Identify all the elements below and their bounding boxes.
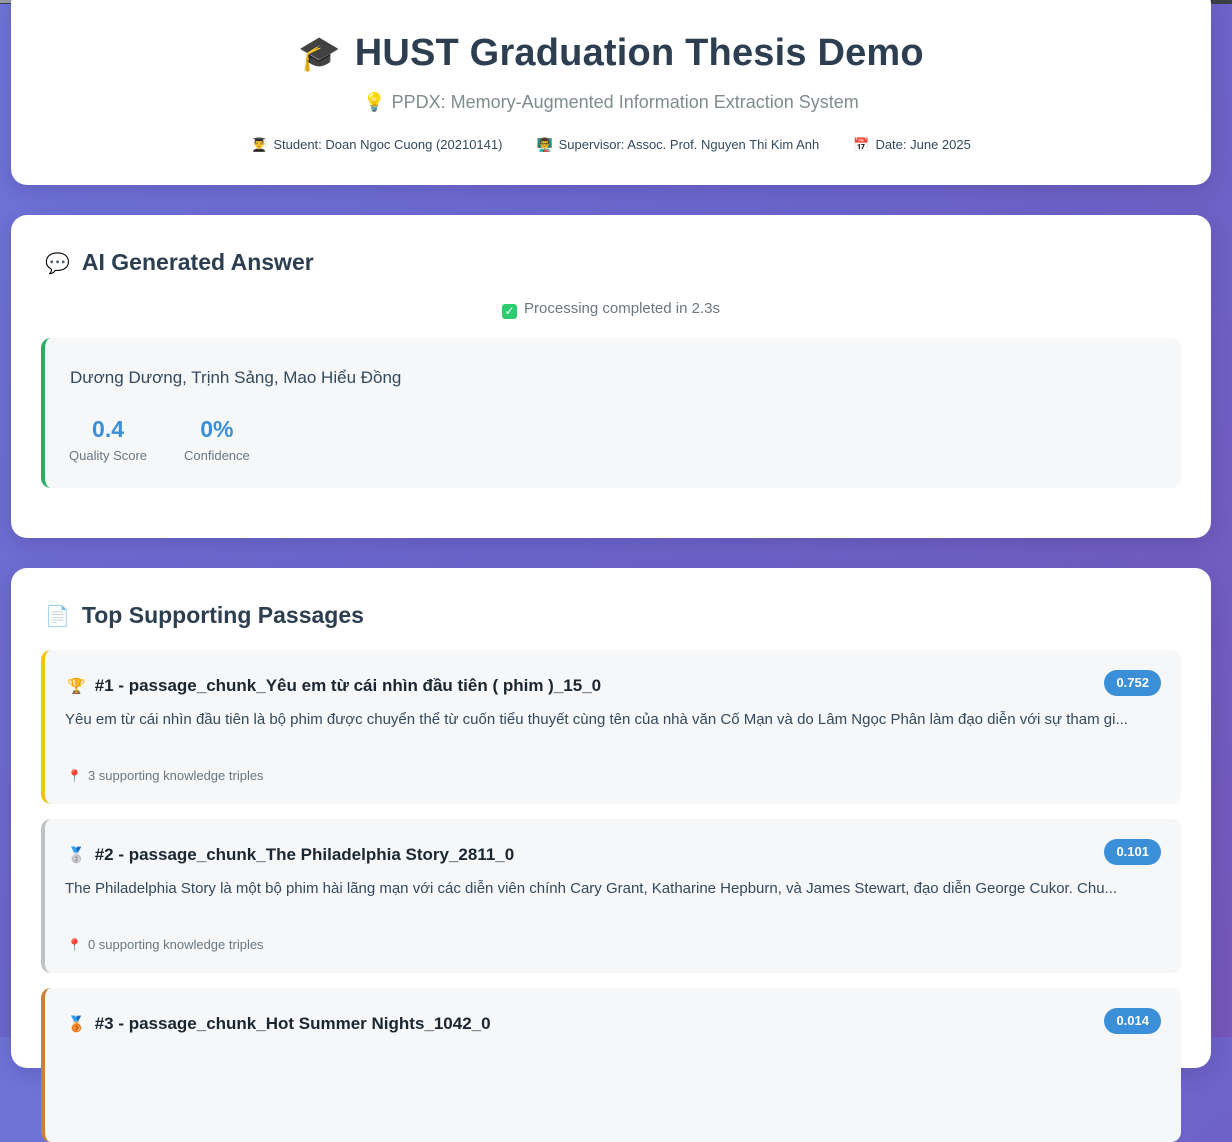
passages-section-title-text: Top Supporting Passages: [81, 602, 364, 628]
answer-section-title: 💬 AI Generated Answer: [45, 249, 314, 276]
quality-score-label: Quality Score: [69, 448, 148, 463]
quality-score-metric: 0.4 Quality Score: [69, 416, 147, 463]
page-subtitle: 💡 PPDX: Memory-Augmented Information Extr…: [11, 92, 1211, 113]
confidence-value: 0%: [200, 416, 234, 442]
pin-icon: 📍: [67, 769, 82, 783]
answer-section-title-text: AI Generated Answer: [81, 249, 314, 275]
lightbulb-icon: 💡: [363, 92, 386, 112]
passage-triples: 📍 3 supporting knowledge triples: [67, 768, 264, 783]
passage-title-text: #1 - passage_chunk_Yêu em từ cái nhìn đầ…: [94, 676, 602, 695]
pin-icon: 📍: [67, 938, 82, 952]
supervisor-text: Supervisor: Assoc. Prof. Nguyen Thi Kim …: [558, 137, 820, 152]
passage-text: The Philadelphia Story là một bộ phim hà…: [65, 880, 1118, 897]
passage-triples-text: 3 supporting knowledge triples: [87, 768, 264, 783]
passage-title-text: #2 - passage_chunk_The Philadelphia Stor…: [94, 845, 515, 864]
score-badge: 0.752: [1104, 670, 1161, 696]
page-subtitle-text: PPDX: Memory-Augmented Information Extra…: [391, 92, 859, 112]
answer-text: Dương Dương, Trịnh Sảng, Mao Hiểu Đồng: [70, 368, 402, 387]
passage-triples: 📍 0 supporting knowledge triples: [67, 937, 264, 952]
check-icon: ✓: [502, 304, 518, 319]
passage-text: Yêu em từ cái nhìn đầu tiên là bộ phim đ…: [65, 711, 1128, 728]
passage-item[interactable]: 🥈 #2 - passage_chunk_The Philadelphia Sto…: [41, 819, 1181, 973]
passage-title: 🏆 #1 - passage_chunk_Yêu em từ cái nhìn đ…: [67, 676, 601, 696]
processing-status: ✓ Processing completed in 2.3s: [11, 300, 1211, 319]
student-icon: 👨‍🎓: [251, 137, 268, 152]
calendar-icon: 📅: [853, 137, 870, 152]
score-badge: 0.101: [1104, 839, 1161, 865]
confidence-label: Confidence: [184, 448, 250, 463]
bronze-medal-icon: 🥉: [67, 1016, 86, 1033]
quality-score-value: 0.4: [92, 416, 125, 442]
answer-card: 💬 AI Generated Answer ✓ Processing complet…: [11, 215, 1211, 538]
processing-status-text: Processing completed in 2.3s: [524, 300, 720, 317]
page-title-text: HUST Graduation Thesis Demo: [354, 32, 924, 74]
silver-medal-icon: 🥈: [67, 847, 86, 864]
thesis-meta: 👨‍🎓 Student: Doan Ngoc Cuong (20210141) 👨…: [11, 137, 1211, 153]
trophy-icon: 🏆: [67, 678, 86, 695]
header-card: 🎓 HUST Graduation Thesis Demo 💡 PPDX: Memo…: [11, 0, 1211, 185]
passage-title: 🥈 #2 - passage_chunk_The Philadelphia Sto…: [67, 845, 514, 865]
graduation-cap-icon: 🎓: [298, 35, 341, 73]
passages-section-title: 📄 Top Supporting Passages: [45, 602, 364, 629]
passage-item[interactable]: 🥉 #3 - passage_chunk_Hot Summer Nights_10…: [41, 988, 1181, 1142]
passage-item[interactable]: 🏆 #1 - passage_chunk_Yêu em từ cái nhìn đ…: [41, 650, 1181, 804]
confidence-metric: 0% Confidence: [184, 416, 250, 463]
page-title: 🎓 HUST Graduation Thesis Demo: [11, 32, 1211, 75]
speech-bubble-icon: 💬: [45, 253, 70, 275]
passages-card: 📄 Top Supporting Passages 🏆 #1 - passage_c…: [11, 568, 1211, 1142]
score-badge: 0.014: [1104, 1008, 1161, 1034]
student-info: 👨‍🎓 Student: Doan Ngoc Cuong (20210141): [251, 137, 502, 153]
document-icon: 📄: [45, 606, 70, 628]
date-text: Date: June 2025: [875, 137, 971, 152]
passage-title-text: #3 - passage_chunk_Hot Summer Nights_104…: [94, 1014, 491, 1033]
teacher-icon: 👨‍🏫: [536, 137, 553, 152]
student-text: Student: Doan Ngoc Cuong (20210141): [273, 137, 503, 152]
passage-title: 🥉 #3 - passage_chunk_Hot Summer Nights_10…: [67, 1014, 491, 1034]
answer-box: Dương Dương, Trịnh Sảng, Mao Hiểu Đồng 0…: [41, 338, 1181, 488]
supervisor-info: 👨‍🏫 Supervisor: Assoc. Prof. Nguyen Thi K…: [536, 137, 819, 153]
passage-triples-text: 0 supporting knowledge triples: [87, 937, 264, 952]
date-info: 📅 Date: June 2025: [853, 137, 971, 153]
